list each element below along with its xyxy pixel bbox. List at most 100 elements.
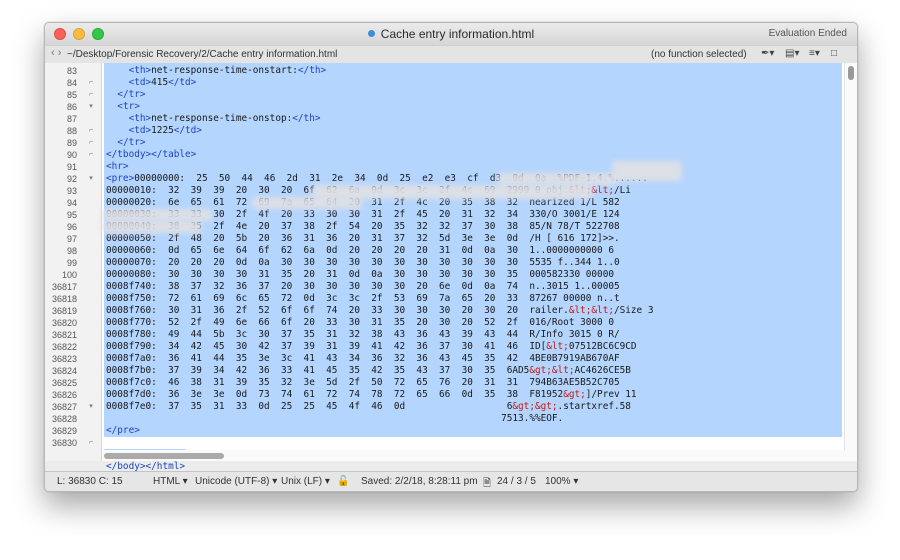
fold-marker-icon[interactable]: ▾ — [85, 173, 97, 185]
function-menu[interactable]: (no function selected) — [651, 49, 747, 60]
status-bar: L: 36830 C: 15 HTML ▾ Unicode (UTF-8) ▾ … — [45, 471, 857, 491]
code-area[interactable]: <th>net-response-time-onstart:</th> <td>… — [102, 63, 845, 472]
code-line[interactable]: 00000050: 2f 48 20 5b 20 36 31 36 20 31 … — [106, 233, 849, 245]
vertical-scroll-thumb[interactable] — [848, 66, 854, 80]
code-line[interactable]: <td>415</td> — [106, 77, 849, 89]
document-counts[interactable]: 24 / 3 / 5 — [497, 476, 536, 487]
fold-marker-icon[interactable] — [85, 281, 97, 293]
page-icon[interactable]: □ — [831, 48, 837, 59]
code-line[interactable]: 00000070: 20 20 20 0d 0a 30 30 30 30 30 … — [106, 257, 849, 269]
line-number: 86 — [66, 102, 77, 112]
code-line[interactable]: 0008f7d0: 36 3e 3e 0d 73 74 61 72 74 78 … — [106, 389, 849, 401]
line-endings-menu[interactable]: Unix (LF) ▾ — [281, 476, 330, 487]
fold-marker-icon[interactable]: ⌐ — [85, 125, 97, 137]
line-number: 36830 — [51, 438, 77, 448]
fold-marker-icon[interactable] — [85, 113, 97, 125]
fold-marker-icon[interactable]: ⌐ — [85, 89, 97, 101]
encoding-menu[interactable]: Unicode (UTF-8) ▾ — [195, 476, 277, 487]
title-bar[interactable]: Cache entry information.html Evaluation … — [45, 23, 857, 45]
redaction-blur — [612, 161, 682, 181]
fold-marker-icon[interactable] — [85, 293, 97, 305]
file-path-menu[interactable]: ~/Desktop/Forensic Recovery/2/Cache entr… — [67, 49, 337, 60]
line-number: 36822 — [51, 342, 77, 352]
document-menu-icon[interactable]: ▤▾ — [785, 48, 799, 59]
line-number-gutter: 83 84 ⌐ 85 ⌐ 86 ▾ 87 88 ⌐ 89 ⌐ 90 ⌐ 91 92 ▾ 93 94 95 96 97 98 9… — [45, 63, 102, 461]
line-number: 36819 — [51, 306, 77, 316]
fold-marker-icon[interactable]: ▾ — [85, 401, 97, 413]
fold-marker-icon[interactable] — [85, 221, 97, 233]
code-line[interactable]: <hr> — [106, 161, 849, 173]
fold-marker-icon[interactable] — [85, 329, 97, 341]
code-line[interactable]: <th>net-response-time-onstart:</th> — [106, 65, 849, 77]
code-line[interactable]: <td>1225</td> — [106, 125, 849, 137]
fold-marker-icon[interactable] — [85, 257, 97, 269]
code-line[interactable]: </tr> — [106, 137, 849, 149]
fold-marker-icon[interactable] — [85, 317, 97, 329]
vertical-scrollbar[interactable] — [844, 63, 857, 461]
fold-marker-icon[interactable] — [85, 353, 97, 365]
language-menu[interactable]: HTML ▾ — [153, 476, 188, 487]
code-line[interactable]: <pre>00000000: 25 50 44 46 2d 31 2e 34 0… — [106, 173, 849, 185]
code-line[interactable]: 0008f740: 38 37 32 36 37 20 30 30 30 30 … — [106, 281, 849, 293]
fold-marker-icon[interactable]: ⌐ — [85, 137, 97, 149]
code-line[interactable]: 0008f790: 34 42 45 30 42 37 39 31 39 41 … — [106, 341, 849, 353]
horizontal-scroll-thumb[interactable] — [104, 453, 224, 459]
saved-status: Saved: 2/2/18, 8:28:11 pm — [361, 476, 478, 487]
code-line[interactable]: 0008f760: 30 31 36 2f 52 6f 6f 74 20 33 … — [106, 305, 849, 317]
code-line[interactable]: 00000030: 33 33 30 2f 4f 20 33 30 30 31 … — [106, 209, 849, 221]
code-line[interactable]: 7513.%%EOF. — [106, 413, 849, 425]
line-number: 36829 — [51, 426, 77, 436]
code-line[interactable]: 0008f750: 72 61 69 6c 65 72 0d 3c 3c 2f … — [106, 293, 849, 305]
lock-icon[interactable]: 🔓 — [337, 476, 349, 487]
code-line[interactable] — [106, 437, 849, 449]
code-line[interactable]: 0008f7b0: 37 39 34 42 36 33 41 45 35 42 … — [106, 365, 849, 377]
fold-marker-icon[interactable]: ▾ — [85, 101, 97, 113]
code-line[interactable]: 00000060: 0d 65 6e 64 6f 62 6a 0d 20 20 … — [106, 245, 849, 257]
code-line[interactable]: <tr> — [106, 101, 849, 113]
pen-tool-icon[interactable]: ✒▾ — [761, 48, 774, 59]
code-line[interactable]: 00000080: 30 30 30 30 31 35 20 31 0d 0a … — [106, 269, 849, 281]
fold-marker-icon[interactable] — [85, 413, 97, 425]
code-line[interactable]: 0008f770: 52 2f 49 6e 66 6f 20 33 30 31 … — [106, 317, 849, 329]
code-line[interactable]: 0008f7e0: 37 35 31 33 0d 25 25 45 4f 46 … — [106, 401, 849, 413]
code-line[interactable]: 0008f7a0: 36 41 44 35 3e 3c 41 43 34 36 … — [106, 353, 849, 365]
code-line[interactable]: 0008f780: 49 44 5b 3c 30 37 35 31 32 38 … — [106, 329, 849, 341]
list-menu-icon[interactable]: ≡▾ — [809, 48, 820, 59]
fold-marker-icon[interactable] — [85, 365, 97, 377]
fold-marker-icon[interactable] — [85, 209, 97, 221]
fold-marker-icon[interactable] — [85, 197, 97, 209]
horizontal-scrollbar[interactable] — [102, 450, 845, 461]
fold-marker-icon[interactable] — [85, 389, 97, 401]
code-line[interactable]: </pre> — [106, 425, 849, 437]
fold-marker-icon[interactable] — [85, 161, 97, 173]
fold-marker-icon[interactable] — [85, 185, 97, 197]
fold-marker-icon[interactable] — [85, 65, 97, 77]
line-number: 36825 — [51, 378, 77, 388]
line-number: 92 — [66, 174, 77, 184]
fold-marker-icon[interactable]: ⌐ — [85, 77, 97, 89]
fold-marker-icon[interactable] — [85, 233, 97, 245]
fold-marker-icon[interactable] — [85, 245, 97, 257]
fold-marker-icon[interactable]: ⌐ — [85, 437, 97, 449]
cursor-position: L: 36830 C: 15 — [57, 476, 123, 487]
fold-marker-icon[interactable] — [85, 305, 97, 317]
fold-marker-icon[interactable] — [85, 269, 97, 281]
line-number: 83 — [66, 66, 77, 76]
code-line[interactable]: 0008f7c0: 46 38 31 39 35 32 3e 5d 2f 50 … — [106, 377, 849, 389]
navigation-arrows-icon[interactable]: ‹ › — [51, 47, 61, 59]
fold-marker-icon[interactable]: ⌐ — [85, 149, 97, 161]
fold-marker-icon[interactable] — [85, 425, 97, 437]
fold-marker-icon[interactable] — [85, 449, 97, 461]
code-line[interactable]: </tbody></table> — [106, 149, 849, 161]
line-number: 36820 — [51, 318, 77, 328]
fold-marker-icon[interactable] — [85, 341, 97, 353]
code-line[interactable]: </tr> — [106, 89, 849, 101]
line-number: 36826 — [51, 390, 77, 400]
zoom-menu[interactable]: 100% ▾ — [545, 476, 578, 487]
fold-marker-icon[interactable] — [85, 377, 97, 389]
line-number: 88 — [66, 126, 77, 136]
code-line[interactable]: <th>net-response-time-onstop:</th> — [106, 113, 849, 125]
code-line[interactable]: 00000040: 38 35 2f 4e 20 37 38 2f 54 20 … — [106, 221, 849, 233]
text-editor[interactable]: 83 84 ⌐ 85 ⌐ 86 ▾ 87 88 ⌐ 89 ⌐ 90 ⌐ 91 92 ▾ 93 94 95 96 97 98 9… — [45, 63, 857, 472]
line-number: 91 — [66, 162, 77, 172]
